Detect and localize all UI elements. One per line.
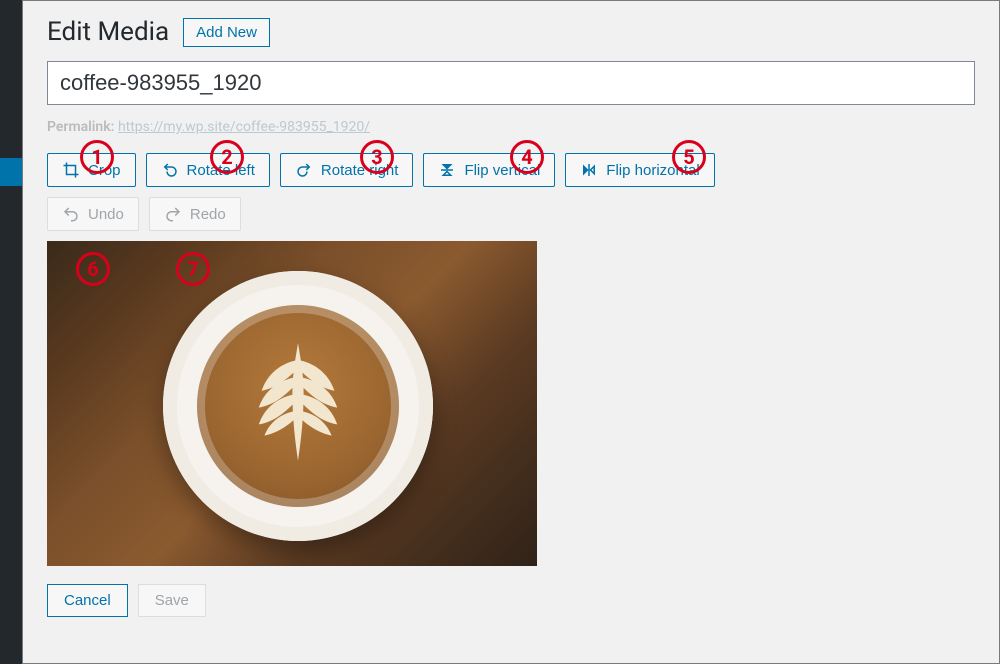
flip-vertical-button[interactable]: Flip vertical — [423, 153, 555, 187]
cancel-button[interactable]: Cancel — [47, 584, 128, 617]
preview-cup — [163, 271, 433, 541]
permalink-link[interactable]: https://my.wp.site/coffee-983955_1920/ — [118, 119, 370, 135]
undo-button-label: Undo — [88, 206, 124, 223]
image-edit-toolbar: Crop Rotate left Rotate right Flip verti… — [47, 153, 975, 187]
permalink-label: Permalink: — [47, 119, 114, 135]
crop-icon — [62, 161, 80, 179]
add-new-button[interactable]: Add New — [183, 18, 270, 47]
image-preview[interactable] — [47, 241, 537, 566]
editor-footer: Cancel Save — [47, 584, 975, 617]
undo-button[interactable]: Undo — [47, 197, 139, 231]
crop-button[interactable]: Crop — [47, 153, 136, 187]
flip-horizontal-button-label: Flip horizontal — [606, 162, 699, 179]
crop-button-label: Crop — [88, 162, 121, 179]
rotate-left-button-label: Rotate left — [187, 162, 255, 179]
permalink-row: Permalink: https://my.wp.site/coffee-983… — [47, 119, 975, 135]
redo-button-label: Redo — [190, 206, 226, 223]
flip-horizontal-button[interactable]: Flip horizontal — [565, 153, 714, 187]
preview-coffee — [197, 305, 399, 507]
rotate-left-icon — [161, 161, 179, 179]
redo-button[interactable]: Redo — [149, 197, 241, 231]
media-title-input[interactable] — [47, 61, 975, 105]
save-button[interactable]: Save — [138, 584, 206, 617]
rotate-right-button-label: Rotate right — [321, 162, 399, 179]
flip-vertical-button-label: Flip vertical — [464, 162, 540, 179]
undo-icon — [62, 205, 80, 223]
page-title: Edit Media — [47, 17, 169, 47]
rotate-left-button[interactable]: Rotate left — [146, 153, 270, 187]
history-toolbar: Undo Redo — [47, 197, 975, 231]
redo-icon — [164, 205, 182, 223]
flip-horizontal-icon — [580, 161, 598, 179]
rotate-right-button[interactable]: Rotate right — [280, 153, 414, 187]
latte-art-icon — [228, 332, 368, 472]
rotate-right-icon — [295, 161, 313, 179]
edit-media-panel: Edit Media Add New Permalink: https://my… — [22, 0, 1000, 664]
flip-vertical-icon — [438, 161, 456, 179]
page-header: Edit Media Add New — [47, 17, 975, 47]
sidebar-active-indicator — [0, 158, 22, 186]
admin-sidebar-sliver — [0, 0, 22, 664]
